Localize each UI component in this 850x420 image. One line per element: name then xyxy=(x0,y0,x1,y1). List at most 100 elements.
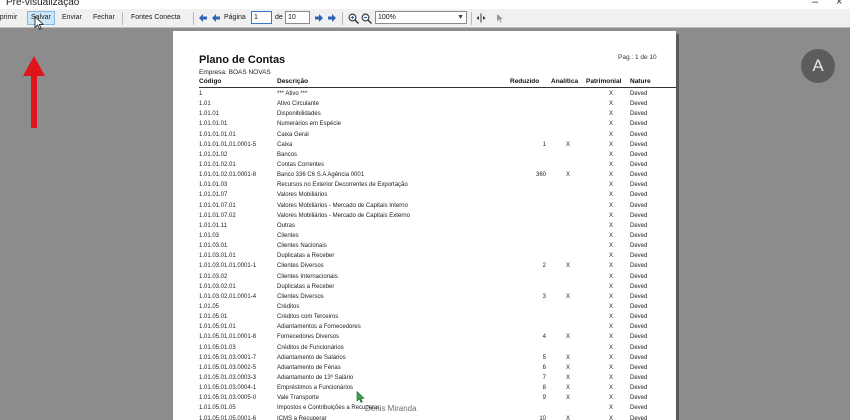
cell-descricao: Outras xyxy=(277,222,296,229)
cell-codigo: 1.01.01 xyxy=(199,111,220,118)
cell-natureza: Deved xyxy=(630,283,648,290)
cell-patrimonial: X xyxy=(608,253,613,260)
cell-natureza: Deved xyxy=(630,405,648,412)
font-size-icon[interactable]: A xyxy=(801,49,835,83)
cell-descricao: Valores Mobiliários - Mercado de Capitai… xyxy=(277,202,408,209)
cell-codigo: 1.01.01.01.01 xyxy=(199,131,236,138)
cell-reduzido: 9 xyxy=(542,395,546,402)
cell-codigo: 1.01.01.02 xyxy=(199,151,228,158)
table-row: 1.01.03.02 Clientes Internacionais X Deved xyxy=(173,272,676,282)
last-page-icon[interactable] xyxy=(327,13,337,23)
zoom-value: 100% xyxy=(378,14,396,21)
column-header-codigo: Código xyxy=(199,78,222,85)
table-row: 1.01.05.01.03.0003-3 Adiantamento de 13º … xyxy=(173,373,676,383)
cell-analitica: X xyxy=(565,354,570,361)
cell-codigo: 1.01.03.02.01 xyxy=(199,283,236,290)
cell-descricao: Fornecedores Diversos xyxy=(277,334,340,341)
close-button[interactable]: Fechar xyxy=(93,12,115,24)
fonts-button[interactable]: Fontes Conecta xyxy=(131,12,180,24)
cell-patrimonial: X xyxy=(608,212,613,219)
send-button[interactable]: Enviar xyxy=(62,12,82,24)
table-row: 1.01.01.02.01 Contas Correntes X Deved xyxy=(173,160,676,170)
cell-patrimonial: X xyxy=(608,324,613,331)
cell-codigo: 1.01.01.01 xyxy=(199,121,228,128)
cell-descricao: Créditos com Terceiros xyxy=(277,314,339,321)
cell-reduzido: 2 xyxy=(542,263,546,270)
cell-descricao: Empréstimos a Funcionários xyxy=(277,385,354,392)
column-header-patrimonial: Patrimonial xyxy=(586,78,622,85)
cell-natureza: Deved xyxy=(630,385,648,392)
total-pages-field: 10 xyxy=(285,11,310,24)
cell-natureza: Deved xyxy=(630,243,648,250)
cell-natureza: Deved xyxy=(630,222,648,229)
cell-natureza: Deved xyxy=(630,364,648,371)
cell-patrimonial: X xyxy=(608,243,613,250)
cell-natureza: Deved xyxy=(630,101,648,108)
table-row: 1.01.05.01.03 Créditos de Funcionários X De… xyxy=(173,343,676,353)
cell-natureza: Deved xyxy=(630,334,648,341)
cell-descricao: Caixa xyxy=(277,141,293,148)
cell-natureza: Deved xyxy=(630,131,648,138)
zoom-in-icon[interactable] xyxy=(348,13,359,24)
cell-natureza: Deved xyxy=(630,303,648,310)
cell-descricao: Contas Correntes xyxy=(277,161,325,168)
preview-viewport[interactable]: Plano de Contas Empresa: BOAS NOVAS Pag.… xyxy=(0,28,850,420)
first-page-icon[interactable] xyxy=(198,13,208,23)
cell-patrimonial: X xyxy=(608,232,613,239)
page-number-input[interactable]: 1 xyxy=(251,11,272,24)
table-row: 1.01.05.01.03.0005-0 Vale Transporte 9 X X De… xyxy=(173,393,676,403)
cell-patrimonial: X xyxy=(608,141,613,148)
page-width-icon[interactable] xyxy=(476,13,486,23)
cell-analitica: X xyxy=(565,141,570,148)
cell-patrimonial: X xyxy=(608,344,613,351)
cell-codigo: 1.01.03.01 xyxy=(199,243,228,250)
cell-patrimonial: X xyxy=(608,273,613,280)
print-button[interactable]: Imprimir xyxy=(0,12,17,24)
cell-analitica: X xyxy=(565,415,570,420)
cell-patrimonial: X xyxy=(608,91,613,97)
table-row: 1.01.05.01.03.0004-1 Empréstimos a Funcio… xyxy=(173,383,676,393)
cell-natureza: Deved xyxy=(630,273,648,280)
cell-patrimonial: X xyxy=(608,121,613,128)
cell-descricao: Duplicatas a Receber xyxy=(277,253,335,260)
cell-patrimonial: X xyxy=(608,415,613,420)
chevron-down-icon: ▼ xyxy=(457,14,464,21)
cell-descricao: Vale Transporte xyxy=(277,395,319,402)
cell-analitica: X xyxy=(565,374,570,381)
zoom-select[interactable]: 100% ▼ xyxy=(375,11,467,24)
cell-codigo: 1.01.01.03 xyxy=(199,182,228,189)
minimize-button[interactable]: – xyxy=(812,0,818,8)
table-row: 1.01.05 Créditos X Deved xyxy=(173,302,676,312)
cell-reduzido: 1 xyxy=(542,141,546,148)
cell-natureza: Deved xyxy=(630,121,648,128)
previous-page-icon[interactable] xyxy=(211,13,221,23)
cell-reduzido: 3 xyxy=(542,293,546,300)
table-row: 1.01.05.01.05 Impostos e Contribuições a … xyxy=(173,403,676,413)
table-row: 1.01.05.01 Créditos com Terceiros X Deved xyxy=(173,312,676,322)
cell-descricao: Bancos xyxy=(277,151,298,158)
table-row: 1.01.03.01 Clientes Nacionais X Deved xyxy=(173,241,676,251)
cell-natureza: Deved xyxy=(630,161,648,168)
table-row: 1.01.05.01.03.0001-7 Adiantamento de Salá… xyxy=(173,353,676,363)
next-page-icon[interactable] xyxy=(314,13,324,23)
cell-natureza: Deved xyxy=(630,374,648,381)
cell-natureza: Deved xyxy=(630,111,648,118)
preview-toolbar: Imprimir Salvar Enviar Fechar Fontes Con… xyxy=(0,9,850,28)
cell-analitica: X xyxy=(565,293,570,300)
cell-reduzido: 6 xyxy=(542,364,546,371)
page-label: Página xyxy=(224,14,246,21)
zoom-out-icon[interactable] xyxy=(361,13,372,24)
cell-patrimonial: X xyxy=(608,334,613,341)
report-page: Plano de Contas Empresa: BOAS NOVAS Pag.… xyxy=(173,31,676,420)
cell-analitica: X xyxy=(565,364,570,371)
cell-codigo: 1.01 xyxy=(199,101,211,108)
cell-codigo: 1.01.05.01.03.0005-0 xyxy=(199,395,257,402)
select-pointer-icon[interactable] xyxy=(495,13,505,23)
cell-codigo: 1.01.05.01.05.0001-6 xyxy=(199,415,257,420)
cell-descricao: Créditos xyxy=(277,303,300,310)
cell-patrimonial: X xyxy=(608,283,613,290)
close-window-button[interactable]: × xyxy=(836,0,842,8)
cell-descricao: Valores Mobiliários - Mercado de Capitai… xyxy=(277,212,410,219)
cell-descricao: Recursos no Exterior Decorrentes de Expo… xyxy=(277,182,408,189)
table-row: 1.01.03.01.01.0001-1 Clientes Diversos 2 X X… xyxy=(173,261,676,271)
